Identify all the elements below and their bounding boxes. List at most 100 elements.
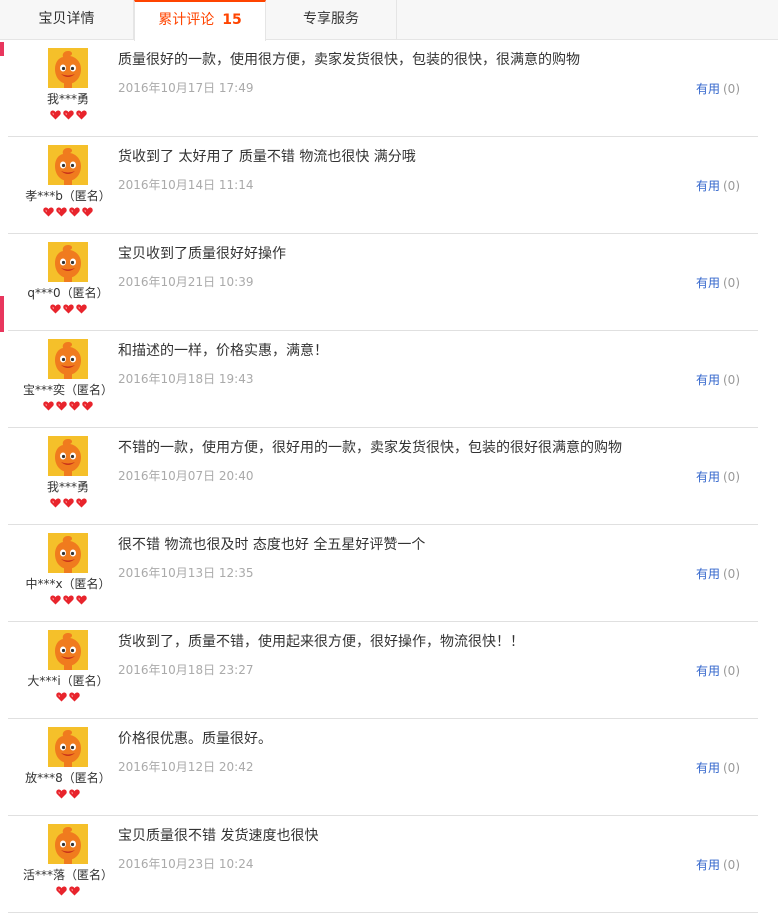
reviewer-name: 我***勇	[46, 480, 89, 494]
heart-icon	[56, 886, 67, 896]
review-text: 和描述的一样，价格实惠，满意！	[118, 343, 328, 359]
heart-icon	[75, 498, 87, 508]
heart-icon	[62, 304, 74, 314]
mascot-icon	[48, 48, 88, 88]
user-avatar	[48, 242, 88, 282]
useful-button[interactable]: 有用	[696, 470, 720, 484]
heart-icon	[56, 401, 67, 411]
useful-count: (0)	[723, 761, 740, 775]
heart-icon	[69, 207, 80, 217]
heart-icon	[69, 692, 80, 702]
review-list: 我***勇 质量很好的一款，使用很方便，卖家发货很快，包装的很快，很满意的购物 20…	[8, 40, 758, 913]
useful-vote: 有用 (0)	[696, 662, 740, 679]
review-row: q***0（匿名） 宝贝收到了质量很好好操作 2016年10月21日 10:39 有用…	[8, 234, 758, 331]
buyer-rating	[8, 304, 128, 314]
heart-icon	[69, 886, 80, 896]
review-count: 15	[222, 12, 242, 28]
buyer-rating	[8, 401, 128, 411]
review-date: 2016年10月14日 11:14	[118, 178, 254, 192]
useful-vote: 有用 (0)	[696, 759, 740, 776]
heart-icon	[62, 110, 74, 120]
review-row: 我***勇 不错的一款，使用方便，很好用的一款，卖家发货很快，包装的很好很满意的购…	[8, 428, 758, 525]
useful-button[interactable]: 有用	[696, 664, 720, 678]
tab-item-details[interactable]: 宝贝详情	[0, 0, 134, 40]
review-date: 2016年10月18日 19:43	[118, 372, 254, 386]
tab-exclusive-services[interactable]: 专享服务	[266, 0, 397, 40]
review-row: 孝***b（匿名） 货收到了 太好用了 质量不错 物流也很快 满分哦 2016年10…	[8, 137, 758, 234]
heart-icon	[43, 401, 54, 411]
heart-icon	[69, 789, 80, 799]
heart-icon	[82, 401, 93, 411]
review-text: 不错的一款，使用方便，很好用的一款，卖家发货很快，包装的很好很满意的购物	[118, 440, 622, 456]
useful-button[interactable]: 有用	[696, 373, 720, 387]
useful-button[interactable]: 有用	[696, 567, 720, 581]
useful-button[interactable]: 有用	[696, 179, 720, 193]
review-text: 很不错 物流也很及时 态度也好 全五星好评赞一个	[118, 537, 426, 553]
user-avatar	[48, 533, 88, 573]
reviewer-name: 大***i（匿名）	[27, 674, 109, 688]
review-row: 放***8（匿名） 价格很优惠。质量很好。 2016年10月12日 20:42 有用(…	[8, 719, 758, 816]
review-row: 活***落（匿名） 宝贝质量很不错 发货速度也很快 2016年10月23日 10:2…	[8, 816, 758, 913]
review-date: 2016年10月07日 20:40	[118, 469, 254, 483]
tab-label: 宝贝详情	[38, 11, 95, 27]
review-text: 货收到了 太好用了 质量不错 物流也很快 满分哦	[118, 149, 416, 165]
review-date: 2016年10月13日 12:35	[118, 566, 254, 580]
buyer-rating	[8, 692, 128, 702]
useful-count: (0)	[723, 858, 740, 872]
useful-button[interactable]: 有用	[696, 761, 720, 775]
review-date: 2016年10月12日 20:42	[118, 760, 254, 774]
user-avatar	[48, 824, 88, 864]
user-avatar	[48, 48, 88, 88]
heart-icon	[62, 595, 74, 605]
review-text: 价格很优惠。质量很好。	[118, 731, 272, 747]
heart-icon	[49, 595, 61, 605]
useful-button[interactable]: 有用	[696, 276, 720, 290]
mascot-icon	[48, 145, 88, 185]
useful-count: (0)	[723, 567, 740, 581]
heart-icon	[82, 207, 93, 217]
reviewer-name: q***0（匿名）	[27, 286, 109, 300]
buyer-rating	[8, 207, 128, 217]
review-text: 宝贝质量很不错 发货速度也很快	[118, 828, 319, 844]
user-avatar	[48, 630, 88, 670]
reviewer-name: 中***x（匿名）	[25, 577, 111, 591]
heart-icon	[43, 207, 54, 217]
useful-vote: 有用 (0)	[696, 565, 740, 582]
useful-vote: 有用 (0)	[696, 80, 740, 97]
heart-icon	[75, 595, 87, 605]
buyer-rating	[8, 110, 128, 120]
useful-vote: 有用 (0)	[696, 856, 740, 873]
review-row: 大***i（匿名） 货收到了，质量不错，使用起来很方便，很好操作，物流很快！！ 20…	[8, 622, 758, 719]
tab-label: 专享服务	[303, 11, 359, 27]
mascot-icon	[48, 533, 88, 573]
reviewer-name: 放***8（匿名）	[25, 771, 111, 785]
heart-icon	[56, 207, 67, 217]
useful-count: (0)	[723, 373, 740, 387]
heart-icon	[62, 498, 74, 508]
heart-icon	[49, 110, 61, 120]
review-row: 宝***奕（匿名） 和描述的一样，价格实惠，满意！ 2016年10月18日 19:4…	[8, 331, 758, 428]
user-avatar	[48, 145, 88, 185]
review-date: 2016年10月21日 10:39	[118, 275, 254, 289]
tab-label: 累计评论	[158, 12, 215, 28]
mascot-icon	[48, 436, 88, 476]
useful-vote: 有用 (0)	[696, 274, 740, 291]
useful-button[interactable]: 有用	[696, 858, 720, 872]
review-row: 我***勇 质量很好的一款，使用很方便，卖家发货很快，包装的很快，很满意的购物 20…	[8, 40, 758, 137]
heart-icon	[75, 110, 87, 120]
useful-button[interactable]: 有用	[696, 82, 720, 96]
heart-icon	[49, 304, 61, 314]
review-text: 货收到了，质量不错，使用起来很方便，很好操作，物流很快！！	[118, 634, 524, 650]
tab-bar: 宝贝详情 累计评论 15 专享服务	[0, 0, 778, 41]
mascot-icon	[48, 339, 88, 379]
useful-count: (0)	[723, 179, 740, 193]
mascot-icon	[48, 630, 88, 670]
side-marker	[0, 296, 4, 332]
heart-icon	[56, 692, 67, 702]
heart-icon	[56, 789, 67, 799]
useful-count: (0)	[723, 82, 740, 96]
review-text: 宝贝收到了质量很好好操作	[118, 246, 286, 262]
user-avatar	[48, 727, 88, 767]
tab-reviews[interactable]: 累计评论 15	[134, 0, 266, 41]
buyer-rating	[8, 498, 128, 508]
